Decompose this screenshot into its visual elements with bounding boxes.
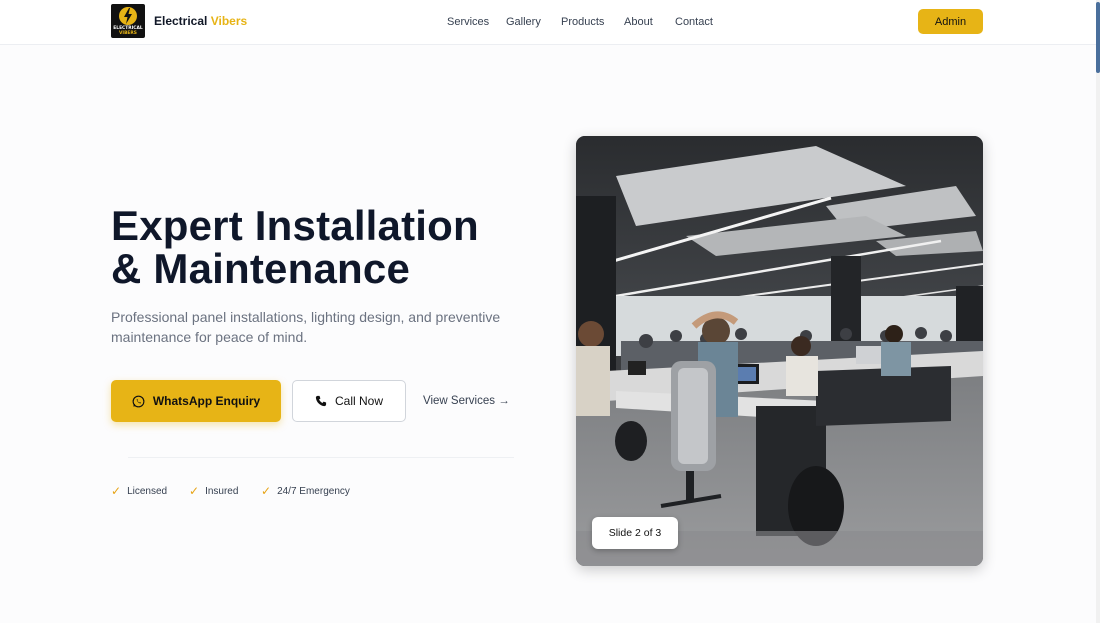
whatsapp-enquiry-label: WhatsApp Enquiry	[152, 394, 261, 408]
check-icon: ✓	[111, 484, 122, 498]
nav-item-products[interactable]: Products	[561, 16, 604, 28]
badge-label: Licensed	[127, 485, 168, 497]
call-now-button[interactable]: Call Now	[292, 380, 406, 422]
logo[interactable]: ELECTRICAL VIBERS	[111, 4, 145, 38]
lightning-bolt-icon	[124, 8, 132, 24]
whatsapp-enquiry-button[interactable]: WhatsApp Enquiry	[111, 380, 281, 422]
hero-subtitle: Professional panel installations, lighti…	[111, 309, 501, 345]
badge-insured: ✓ Insured	[189, 484, 238, 498]
nav-item-gallery[interactable]: Gallery	[506, 16, 541, 28]
nav-item-services[interactable]: Services	[447, 16, 489, 28]
call-now-label: Call Now	[334, 394, 383, 408]
badge-label: 24/7 Emergency	[277, 485, 350, 497]
hero-title-line1: Expert Installation	[111, 202, 479, 249]
hero-title: Expert Installation & Maintenance	[111, 204, 531, 290]
scrollbar[interactable]	[1096, 0, 1100, 623]
badge-emergency: ✓ 24/7 Emergency	[261, 484, 350, 498]
nav-item-contact[interactable]: Contact	[675, 16, 713, 28]
whatsapp-icon	[132, 395, 145, 407]
brand-name-accent: Vibers	[210, 14, 248, 28]
scrollbar-thumb[interactable]	[1096, 2, 1100, 73]
badge-label: Insured	[205, 485, 239, 497]
badge-licensed: ✓ Licensed	[111, 484, 167, 498]
hero-image-carousel[interactable]	[576, 136, 983, 566]
phone-icon	[315, 395, 327, 407]
view-services-link[interactable]: View Services →	[423, 395, 510, 407]
logo-text-line2: VIBERS	[119, 31, 137, 36]
hero-title-line2: & Maintenance	[111, 245, 410, 292]
check-icon: ✓	[261, 484, 272, 498]
nav-item-about[interactable]: About	[624, 16, 653, 28]
check-icon: ✓	[189, 484, 200, 498]
brand-name[interactable]: Electrical Vibers	[154, 14, 247, 28]
slide-indicator: Slide 2 of 3	[592, 517, 678, 549]
office-photo	[576, 136, 983, 566]
admin-button[interactable]: Admin	[918, 9, 983, 34]
top-nav: ELECTRICAL VIBERS Electrical Vibers Serv…	[0, 0, 1096, 45]
divider	[128, 457, 514, 458]
brand-name-main: Electrical	[154, 14, 208, 28]
